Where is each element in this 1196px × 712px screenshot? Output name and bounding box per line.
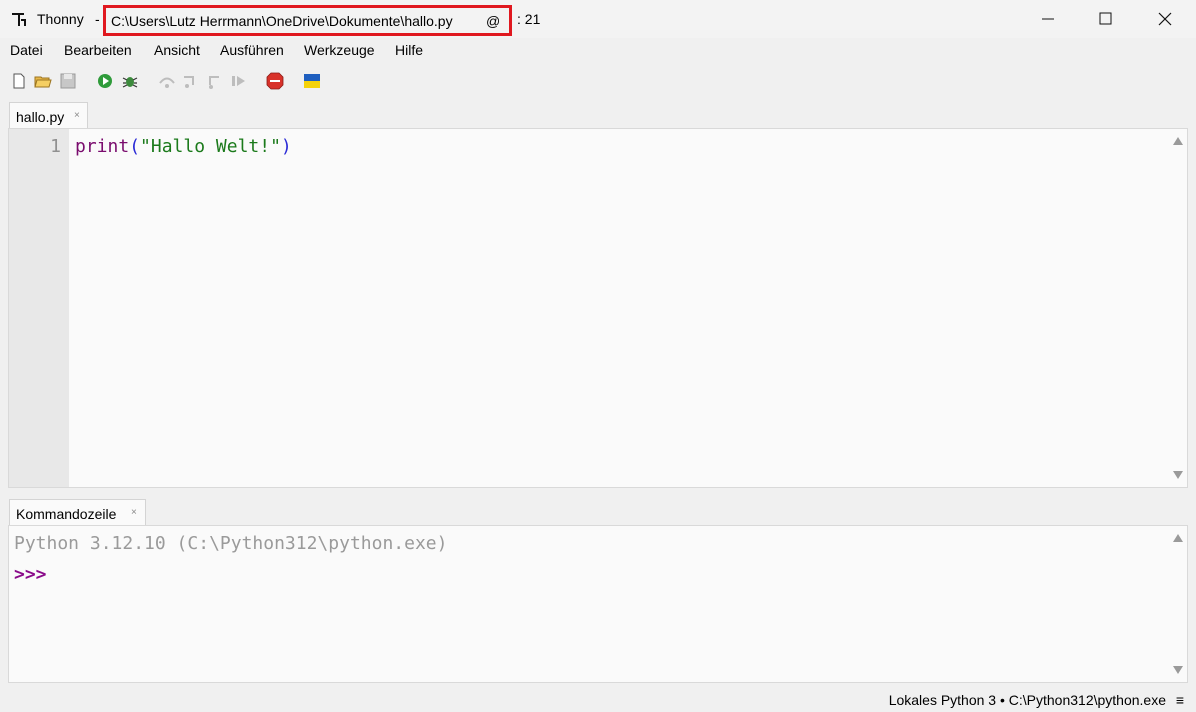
code-string: "Hallo Welt!" [140, 136, 281, 157]
tab-label: Kommandozeile [16, 506, 117, 522]
code-line[interactable]: print("Hallo Welt!") [75, 136, 292, 157]
new-file-icon[interactable] [9, 71, 29, 91]
menu-bearbeiten[interactable]: Bearbeiten [64, 42, 132, 58]
scroll-down-icon[interactable] [1173, 666, 1183, 674]
scroll-up-icon[interactable] [1173, 137, 1183, 145]
code-editor[interactable]: 1 print("Hallo Welt!") [8, 128, 1188, 488]
title-bar: Thonny - C:\Users\Lutz Herrmann\OneDrive… [0, 0, 1196, 38]
app-name: Thonny [37, 11, 84, 27]
run-icon[interactable] [95, 71, 115, 91]
code-keyword: print [75, 136, 130, 157]
step-into-icon[interactable] [181, 71, 201, 91]
title-file-path: C:\Users\Lutz Herrmann\OneDrive\Dokument… [111, 13, 453, 29]
minimize-button[interactable] [1018, 0, 1078, 38]
editor-tab-bar: hallo.py × [0, 100, 1196, 128]
close-button[interactable] [1136, 0, 1196, 38]
toolbar [0, 64, 1196, 98]
scroll-up-icon[interactable] [1173, 534, 1183, 542]
menu-hilfe[interactable]: Hilfe [395, 42, 423, 58]
maximize-button[interactable] [1076, 0, 1136, 38]
shell-scrollbar[interactable] [1169, 526, 1187, 682]
python-shell[interactable]: Python 3.12.10 (C:\Python312\python.exe)… [8, 525, 1188, 683]
stop-icon[interactable] [265, 71, 285, 91]
line-number-gutter: 1 [9, 129, 69, 487]
title-cursor-position: : 21 [517, 11, 541, 27]
menu-ausfuehren[interactable]: Ausführen [220, 42, 284, 58]
interpreter-selector[interactable]: Lokales Python 3 • C:\Python312\python.e… [889, 692, 1166, 708]
tab-kommandozeile[interactable]: Kommandozeile × [9, 499, 146, 525]
tab-hallo-py[interactable]: hallo.py × [9, 102, 88, 128]
code-open-paren: ( [129, 136, 141, 157]
debug-icon[interactable] [120, 71, 140, 91]
tab-close-icon[interactable]: × [131, 507, 137, 518]
ukraine-flag-icon[interactable] [302, 71, 322, 91]
shell-tab-bar: Kommandozeile × [0, 497, 1196, 525]
menu-bar: Datei Bearbeiten Ansicht Ausführen Werkz… [0, 38, 1196, 62]
thonny-logo-icon [12, 13, 26, 26]
step-out-icon[interactable] [205, 71, 225, 91]
title-at-sign: @ [486, 13, 501, 29]
tab-label: hallo.py [16, 109, 65, 125]
step-over-icon[interactable] [157, 71, 177, 91]
open-folder-icon[interactable] [33, 71, 53, 91]
shell-banner: Python 3.12.10 (C:\Python312\python.exe) [14, 533, 448, 554]
tab-close-icon[interactable]: × [74, 110, 80, 121]
shell-prompt[interactable]: >>> [14, 564, 47, 585]
menu-werkzeuge[interactable]: Werkzeuge [304, 42, 375, 58]
hamburger-menu-icon[interactable]: ≡ [1176, 692, 1184, 708]
menu-ansicht[interactable]: Ansicht [154, 42, 200, 58]
menu-datei[interactable]: Datei [10, 42, 43, 58]
scroll-down-icon[interactable] [1173, 471, 1183, 479]
line-number: 1 [50, 136, 61, 157]
title-separator: - [95, 11, 100, 27]
code-close-paren: ) [280, 136, 292, 157]
editor-scrollbar[interactable] [1169, 129, 1187, 487]
status-bar: Lokales Python 3 • C:\Python312\python.e… [0, 688, 1196, 712]
resume-icon[interactable] [229, 71, 249, 91]
save-icon[interactable] [58, 71, 78, 91]
highlighted-file-path: C:\Users\Lutz Herrmann\OneDrive\Dokument… [103, 5, 512, 36]
